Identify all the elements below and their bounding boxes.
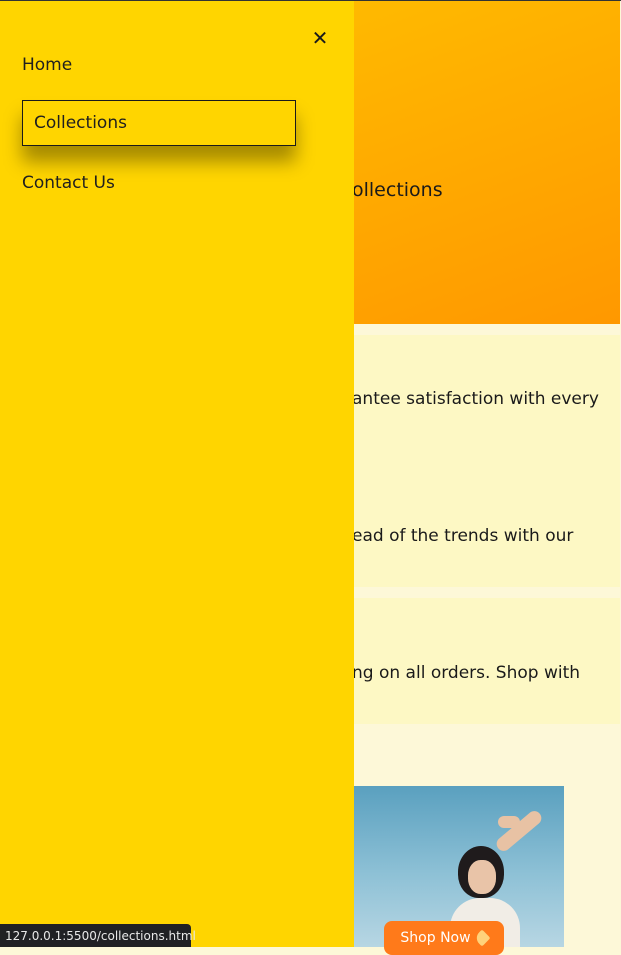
feature-text: antee satisfaction with every: [352, 389, 599, 409]
status-bar-url: 127.0.0.1:5500/collections.html: [0, 924, 196, 947]
tag-icon: [473, 929, 491, 947]
person-face: [468, 860, 496, 894]
feature-text: ng on all orders. Shop with: [352, 663, 581, 683]
nav-item-home[interactable]: Home: [22, 55, 72, 75]
shop-now-button[interactable]: Shop Now: [384, 921, 504, 955]
close-icon[interactable]: ✕: [310, 27, 330, 49]
feature-text: ead of the trends with our: [352, 526, 574, 546]
side-drawer: ✕ Home Collections Contact Us: [0, 1, 354, 947]
nav-item-contact-us[interactable]: Contact Us: [22, 173, 115, 193]
window-top-border: [0, 0, 621, 1]
nav-item-label: Collections: [34, 113, 127, 133]
hero-title: ollections: [352, 179, 443, 201]
nav-item-collections[interactable]: Collections: [22, 100, 296, 146]
shop-now-label: Shop Now: [400, 930, 471, 946]
person-hand: [498, 816, 520, 828]
person-arm: [493, 808, 545, 854]
